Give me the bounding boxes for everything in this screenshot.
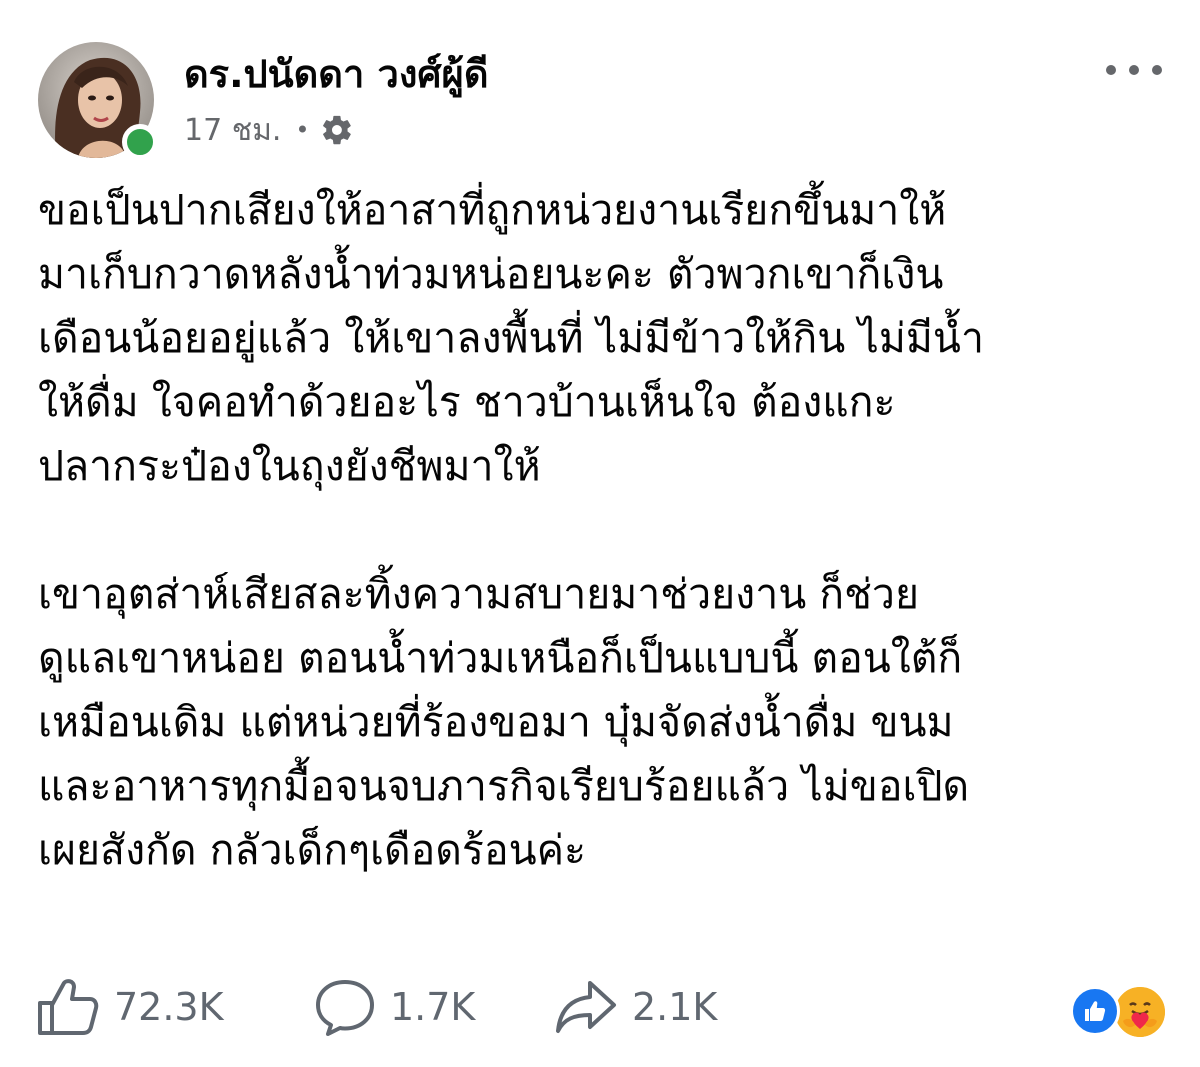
share-arrow-icon: [556, 981, 616, 1033]
meta-separator: •: [295, 116, 310, 144]
reactions-summary[interactable]: [1066, 980, 1168, 1040]
action-bar: 72.3K 1.7K 2.1K: [36, 972, 1168, 1042]
comment-bubble-icon: [316, 980, 374, 1036]
care-reaction-icon: [1112, 984, 1168, 1040]
comment-count: 1.7K: [390, 985, 476, 1029]
post-paragraph: เขาอุตส่าห์เสียสละทิ้งความสบายมาช่วยงาน …: [38, 570, 970, 874]
author-name[interactable]: ดร.ปนัดดา วงศ์ผู้ดี: [184, 46, 489, 102]
post-timestamp[interactable]: 17 ชม.: [184, 107, 281, 154]
share-button[interactable]: 2.1K: [554, 979, 754, 1035]
more-options-button[interactable]: [1106, 52, 1162, 88]
post-header: ดร.ปนัดดา วงศ์ผู้ดี 17 ชม. •: [38, 42, 1162, 162]
dot-icon: [1129, 65, 1139, 75]
share-count: 2.1K: [632, 985, 718, 1029]
dot-icon: [1106, 65, 1116, 75]
post-body: ขอเป็นปากเสียงให้อาสาที่ถูกหน่วยงานเรียก…: [38, 178, 1168, 946]
thumbs-up-icon: [38, 979, 99, 1035]
like-reaction-icon: [1070, 986, 1120, 1036]
comment-button[interactable]: 1.7K: [314, 978, 554, 1036]
like-button[interactable]: 72.3K: [36, 977, 314, 1037]
post-meta: 17 ชม. •: [184, 108, 354, 152]
online-status-dot: [122, 124, 158, 160]
gear-icon[interactable]: [320, 113, 354, 147]
post-paragraph: ขอเป็นปากเสียงให้อาสาที่ถูกหน่วยงานเรียก…: [38, 186, 984, 490]
dot-icon: [1152, 65, 1162, 75]
author-avatar[interactable]: [38, 42, 158, 160]
like-count: 72.3K: [114, 985, 224, 1029]
